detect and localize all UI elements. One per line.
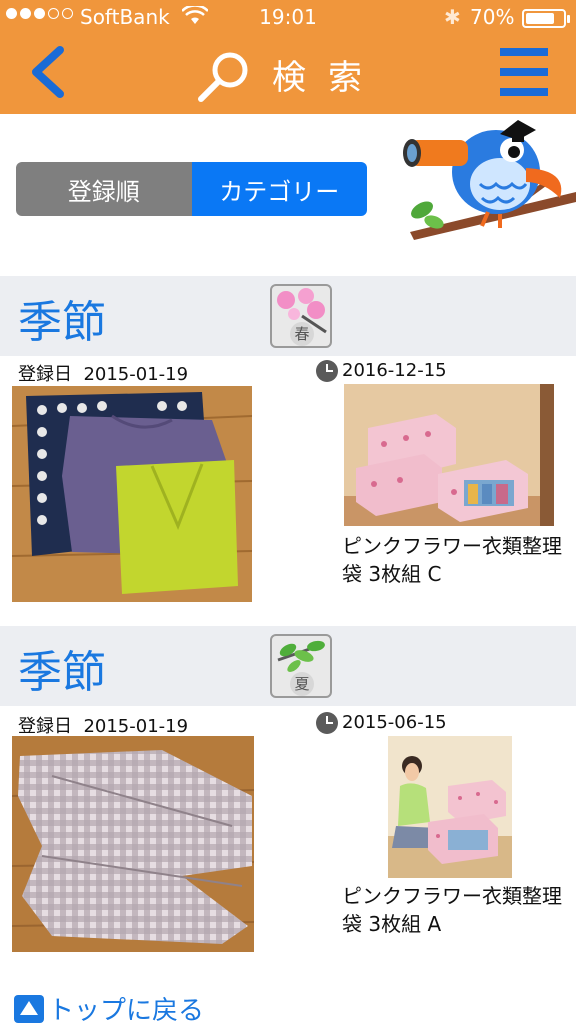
registered-date: 2015-01-19 (83, 716, 189, 737)
bluetooth-icon: ✱ (444, 5, 461, 29)
reminder-date: 2016-12-15 (342, 360, 447, 381)
reminder-date: 2015-06-15 (342, 712, 447, 733)
menu-button[interactable] (500, 48, 548, 98)
mascot-bird-image (400, 110, 576, 240)
back-button[interactable] (22, 44, 76, 100)
product-photo[interactable] (388, 736, 512, 878)
status-bar: SoftBank 19:01 ✱ 70% (0, 0, 576, 34)
sort-segmented-control: 登録順 カテゴリー (16, 162, 367, 216)
category-section-header: 季節 春 (0, 276, 576, 356)
chevron-left-icon (32, 46, 64, 98)
clock-icon (316, 712, 338, 734)
registered-label: 登録日 (18, 364, 72, 385)
product-name[interactable]: ピンクフラワー衣類整理袋 3枚組 A (342, 882, 572, 938)
clock-icon (316, 360, 338, 382)
hamburger-menu-icon (500, 48, 548, 56)
search-icon[interactable] (196, 48, 252, 104)
product-photo[interactable] (344, 384, 554, 526)
product-name[interactable]: ピンクフラワー衣類整理袋 3枚組 C (342, 532, 572, 588)
segment-category[interactable]: カテゴリー (191, 162, 367, 216)
item-photo[interactable] (12, 386, 252, 602)
back-to-top-link[interactable]: トップに戻る (14, 990, 204, 1024)
arrow-up-icon (14, 994, 44, 1023)
category-kanji: 春 (290, 322, 314, 346)
segment-registration-order[interactable]: 登録順 (16, 162, 192, 216)
battery-icon (522, 9, 570, 28)
registered-date: 2015-01-19 (83, 364, 189, 385)
item-photo[interactable] (12, 736, 254, 952)
category-section-header: 季節 夏 (0, 626, 576, 706)
category-kanji: 夏 (290, 672, 314, 696)
section-title: 季節 (18, 297, 106, 348)
registered-date-row: 登録日 2015-01-19 (18, 360, 188, 386)
spring-sakura-icon[interactable]: 春 (270, 284, 332, 348)
top-bar: SoftBank 19:01 ✱ 70% 検索 (0, 0, 576, 114)
registered-label: 登録日 (18, 716, 72, 737)
section-title: 季節 (18, 647, 106, 698)
registered-date-row: 登録日 2015-01-19 (18, 712, 188, 738)
summer-leaves-icon[interactable]: 夏 (270, 634, 332, 698)
back-to-top-label: トップに戻る (48, 996, 205, 1024)
page-title: 検索 (272, 58, 384, 98)
battery-percent: 70% (470, 5, 515, 29)
